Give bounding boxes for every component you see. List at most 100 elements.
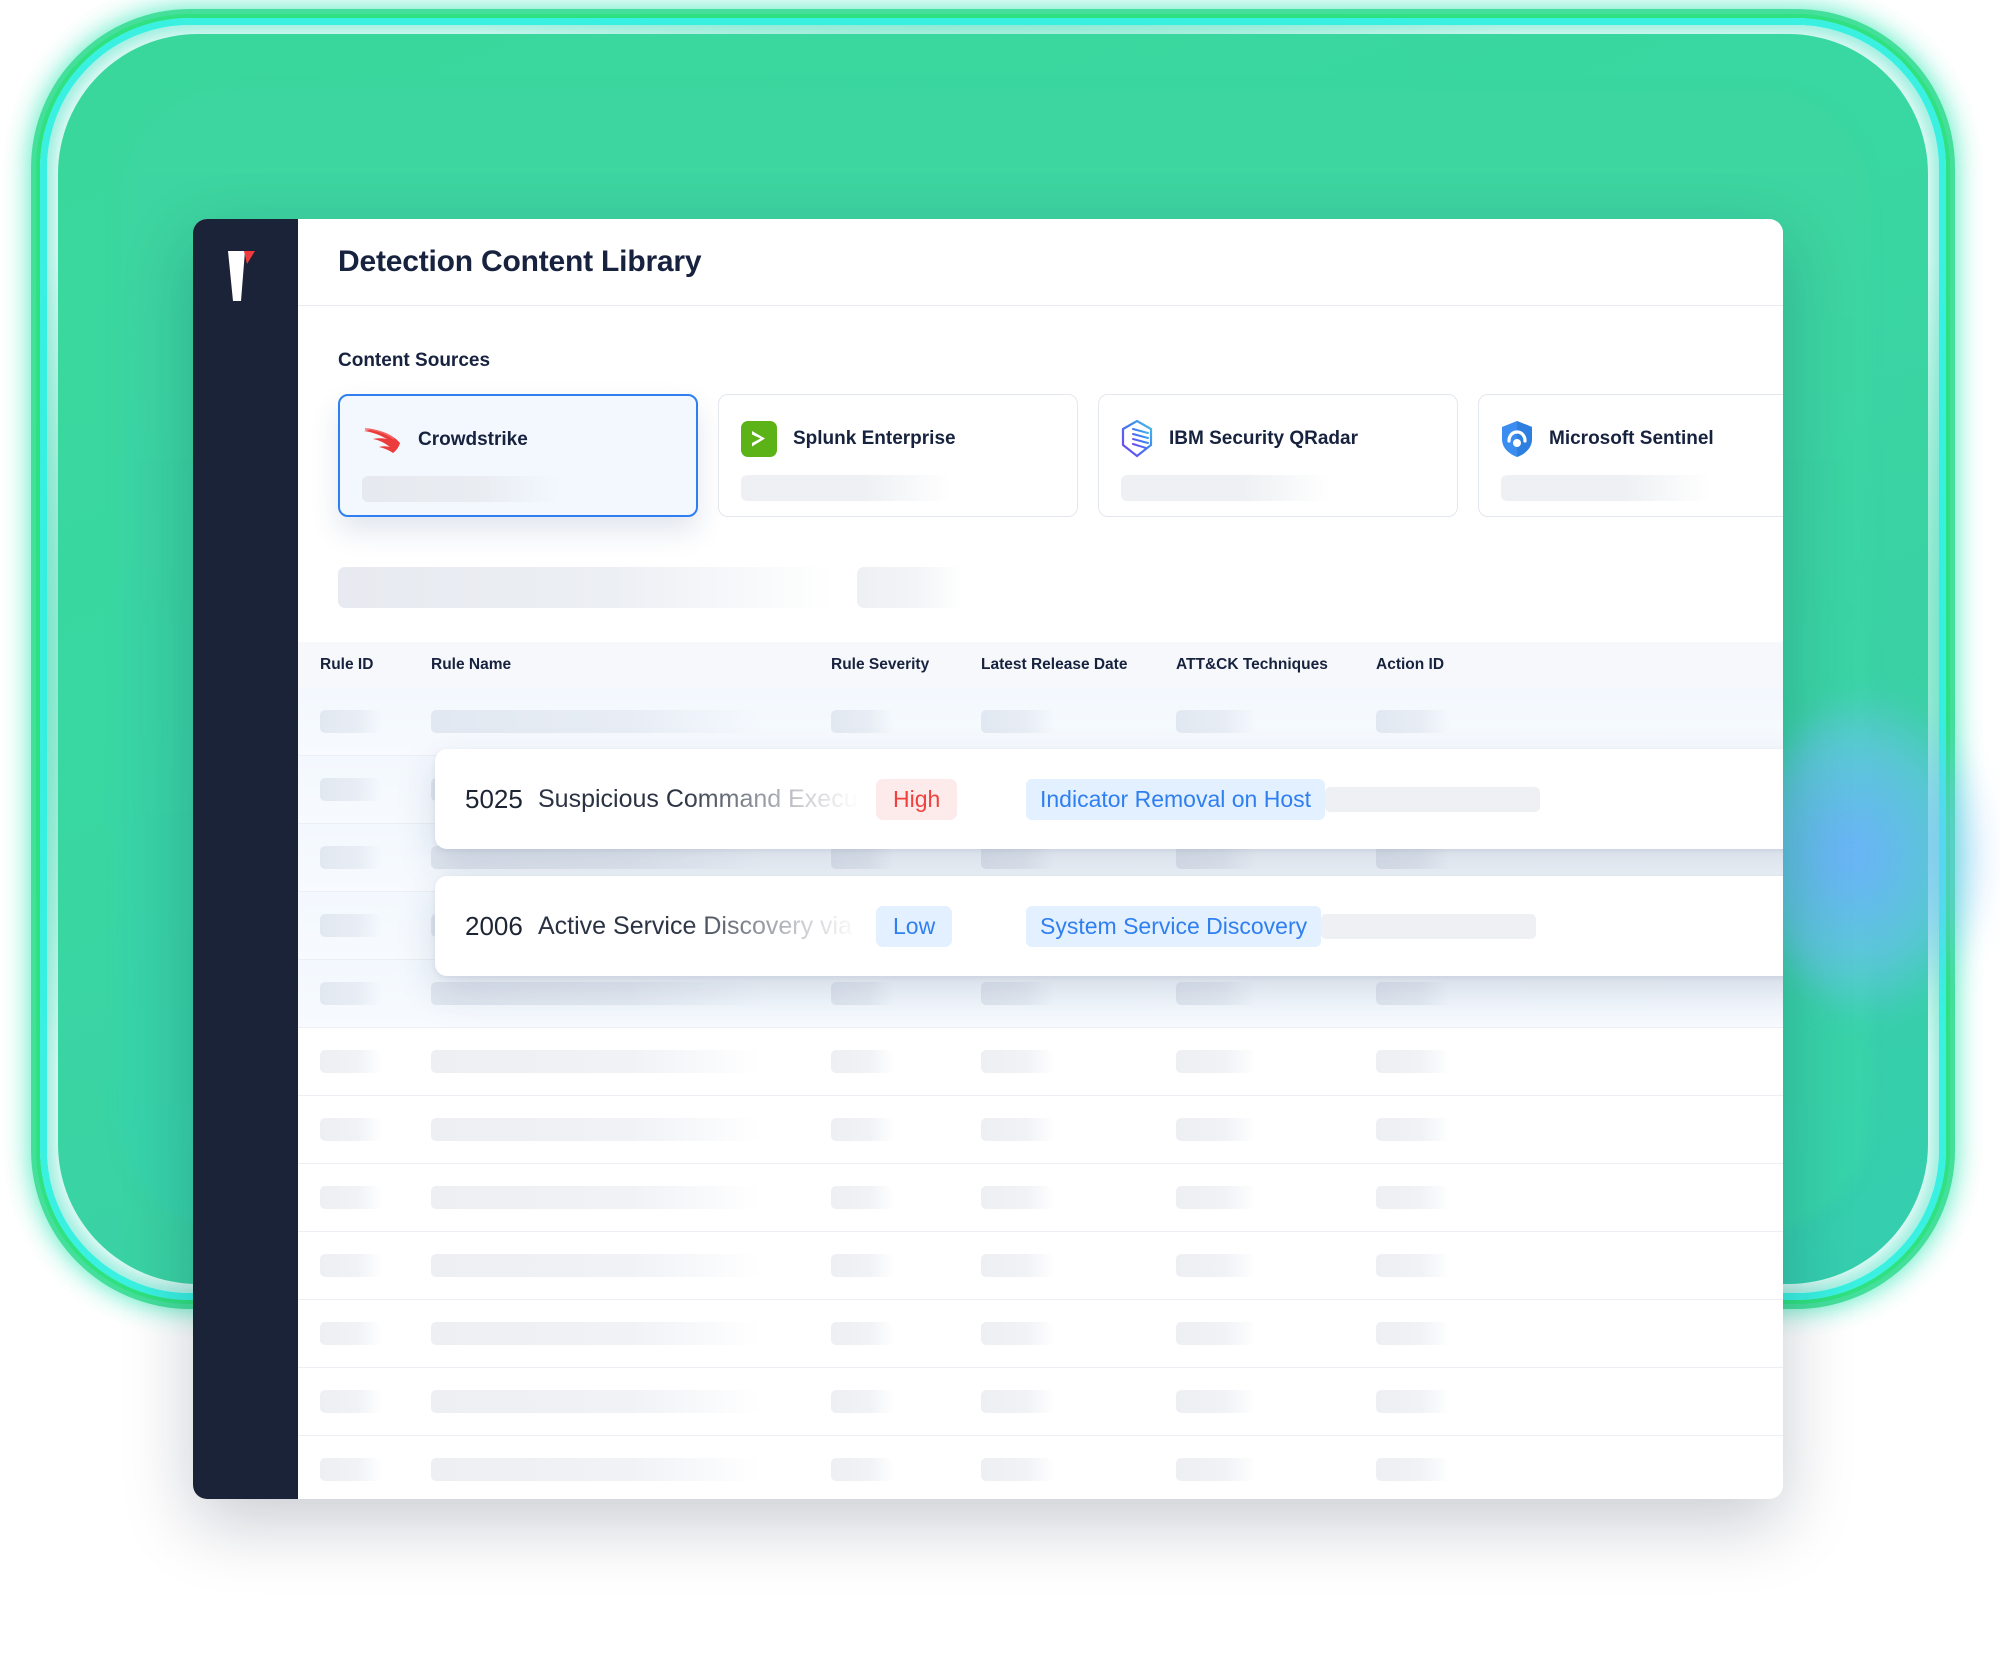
cell-attack-technique: System Service Discovery	[1026, 905, 1322, 947]
page-title: Detection Content Library	[338, 245, 702, 278]
table-cell	[431, 1390, 831, 1413]
table-cell	[431, 982, 831, 1005]
cell-skeleton	[431, 1254, 761, 1277]
cell-skeleton	[1376, 1118, 1450, 1141]
highlighted-table-row[interactable]: 2006 Active Service Discovery via s Low …	[435, 876, 1783, 976]
table-cell	[831, 982, 981, 1005]
source-card-crowdstrike[interactable]: Crowdstrike	[338, 394, 698, 517]
table-row[interactable]	[298, 1164, 1783, 1232]
column-header-rule-id[interactable]: Rule ID	[298, 656, 431, 674]
cell-skeleton	[981, 710, 1055, 733]
source-card-name: Crowdstrike	[418, 429, 528, 450]
table-cell	[1176, 1322, 1376, 1345]
cell-skeleton	[320, 1390, 382, 1413]
cell-skeleton	[981, 1458, 1055, 1481]
cell-skeleton	[1176, 710, 1256, 733]
sentinel-shield-icon	[1502, 421, 1532, 457]
table-cell	[431, 846, 831, 869]
column-header-rule-name[interactable]: Rule Name	[431, 656, 831, 674]
cell-skeleton	[831, 1186, 894, 1209]
table-cell	[831, 1254, 981, 1277]
table-row[interactable]	[298, 1436, 1783, 1499]
cell-skeleton	[1176, 846, 1256, 869]
cell-skeleton	[831, 1458, 894, 1481]
table-cell	[981, 1050, 1176, 1073]
source-card-ibm-security-qradar[interactable]: IBM Security QRadar	[1098, 394, 1458, 517]
table-cell	[1376, 846, 1783, 869]
table-row[interactable]	[298, 1096, 1783, 1164]
cell-skeleton	[1176, 982, 1256, 1005]
table-cell	[298, 1050, 431, 1073]
cell-skeleton	[1176, 1458, 1256, 1481]
table-row[interactable]	[298, 1232, 1783, 1300]
source-card-name: Splunk Enterprise	[793, 428, 956, 449]
table-row[interactable]	[298, 688, 1783, 756]
table-cell	[831, 1390, 981, 1413]
table-cell	[1176, 982, 1376, 1005]
cell-skeleton	[320, 710, 382, 733]
table-cell	[1176, 1186, 1376, 1209]
cell-attack-technique: Indicator Removal on Host	[1026, 778, 1326, 820]
cell-rule-name: Active Service Discovery via s	[538, 911, 872, 940]
table-cell	[1376, 982, 1783, 1005]
table-cell	[298, 1254, 431, 1277]
highlighted-table-row[interactable]: 5025 Suspicious Command Executi... High …	[435, 749, 1783, 849]
table-cell	[981, 1118, 1176, 1141]
source-card-splunk-enterprise[interactable]: Splunk Enterprise	[718, 394, 1078, 517]
source-card-name: IBM Security QRadar	[1169, 428, 1358, 449]
cell-skeleton	[831, 982, 894, 1005]
cell-skeleton	[831, 710, 894, 733]
action-id-skeleton	[1321, 913, 1537, 939]
column-header-latest-release-date[interactable]: Latest Release Date	[981, 656, 1176, 674]
table-cell	[298, 1186, 431, 1209]
attack-technique-badge[interactable]: Indicator Removal on Host	[1026, 778, 1326, 820]
table-row[interactable]	[298, 1028, 1783, 1096]
attack-technique-badge[interactable]: System Service Discovery	[1026, 905, 1322, 947]
cell-skeleton	[981, 1322, 1055, 1345]
table-cell	[831, 1322, 981, 1345]
column-header-attack-techniques[interactable]: ATT&CK Techniques	[1176, 656, 1376, 674]
cell-skeleton	[981, 982, 1055, 1005]
table-cell	[981, 710, 1176, 733]
table-header-row: Rule ID Rule Name Rule Severity Latest R…	[298, 642, 1783, 688]
vendor-logo-icon[interactable]	[219, 247, 269, 305]
table-cell	[1376, 1322, 1783, 1345]
filter-toolbar	[338, 567, 1783, 608]
table-row[interactable]	[298, 1368, 1783, 1436]
source-card-header: Microsoft Sentinel	[1501, 419, 1783, 459]
table-cell	[981, 982, 1176, 1005]
table-cell	[1176, 1458, 1376, 1481]
cell-skeleton	[831, 1390, 894, 1413]
source-card-skeleton	[362, 476, 562, 502]
source-card-header: Splunk Enterprise	[741, 419, 1055, 459]
table-cell	[1376, 1186, 1783, 1209]
cell-skeleton	[1176, 1186, 1256, 1209]
table-cell	[298, 1390, 431, 1413]
cell-skeleton	[320, 1118, 382, 1141]
cell-skeleton	[320, 982, 382, 1005]
cell-skeleton	[1176, 1322, 1256, 1345]
table-cell	[1176, 1050, 1376, 1073]
table-cell	[981, 846, 1176, 869]
table-row[interactable]	[298, 1300, 1783, 1368]
filter-button-placeholder[interactable]	[857, 567, 963, 608]
cell-skeleton	[320, 778, 382, 801]
table-cell	[431, 710, 831, 733]
cell-skeleton	[320, 1254, 382, 1277]
table-cell	[298, 1118, 431, 1141]
cell-skeleton	[320, 1458, 382, 1481]
source-card-header: Crowdstrike	[362, 420, 674, 460]
table-cell	[981, 1322, 1176, 1345]
column-header-rule-severity[interactable]: Rule Severity	[831, 656, 981, 674]
table-cell	[1176, 1254, 1376, 1277]
table-cell	[1176, 1390, 1376, 1413]
cell-rule-severity: Low	[876, 905, 1026, 947]
source-card-microsoft-sentinel[interactable]: Microsoft Sentinel	[1478, 394, 1783, 517]
cell-skeleton	[1176, 1118, 1256, 1141]
cell-rule-severity: High	[876, 778, 1026, 820]
cell-skeleton	[981, 1390, 1055, 1413]
cell-skeleton	[831, 1254, 894, 1277]
table-cell	[981, 1254, 1176, 1277]
column-header-action-id[interactable]: Action ID	[1376, 656, 1783, 674]
search-input-placeholder[interactable]	[338, 567, 835, 608]
